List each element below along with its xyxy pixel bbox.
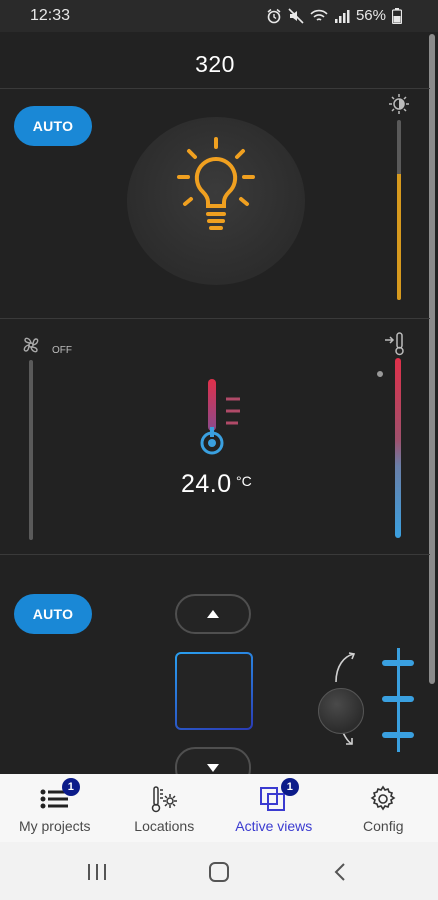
nav-my-projects[interactable]: 1 My projects — [0, 774, 110, 842]
home-icon[interactable] — [208, 862, 230, 882]
brightness-icon — [389, 94, 409, 114]
header: 320 — [0, 32, 430, 88]
signal-icon — [334, 9, 350, 23]
nav-locations[interactable]: Locations — [110, 774, 220, 842]
status-icons: 56% — [266, 7, 402, 24]
notification-badge: 1 — [61, 778, 80, 796]
setpoint-marker — [377, 371, 383, 377]
active-view-panel: 320 AUTO OFF 24.0 °C AUTO — [0, 32, 438, 789]
dimmer-slider[interactable] — [397, 120, 401, 300]
mute-icon — [288, 7, 304, 24]
temperature-unit: °C — [236, 473, 252, 489]
status-time: 12:33 — [30, 7, 71, 24]
page-title: 320 — [195, 51, 235, 77]
nav-label: Active views — [235, 818, 313, 834]
divider — [0, 554, 430, 555]
nav-label: Config — [363, 818, 404, 834]
locations-icon — [152, 786, 178, 813]
arrow-up-icon — [207, 610, 219, 618]
scrollbar[interactable] — [429, 34, 435, 684]
nav-label: Locations — [134, 818, 195, 834]
divider — [0, 318, 430, 319]
nav-active-views[interactable]: 1 Active views — [219, 774, 329, 842]
nav-config[interactable]: Config — [329, 774, 438, 842]
dimmer-slider-fill — [397, 174, 401, 300]
thermometer-icon — [200, 379, 240, 455]
battery-percent: 56% — [355, 7, 386, 24]
setpoint-slider[interactable] — [395, 358, 401, 538]
fan-icon — [23, 337, 39, 353]
light-toggle-button[interactable] — [127, 117, 305, 285]
temperature-value: 24.0 — [181, 470, 232, 498]
wifi-icon — [310, 9, 328, 21]
back-icon[interactable] — [332, 862, 348, 882]
divider — [0, 88, 430, 89]
nav-label: My projects — [18, 818, 91, 834]
slat-angle-knob[interactable] — [318, 688, 364, 734]
bottom-navigation: 1 My projects Locations 1 Active views C… — [0, 774, 438, 842]
system-navigation-bar — [0, 842, 438, 900]
fan-speed-slider[interactable] — [29, 360, 33, 540]
blind-auto-button[interactable]: AUTO — [14, 594, 92, 634]
arrow-down-icon — [207, 764, 219, 772]
blind-up-button[interactable] — [175, 594, 251, 634]
slats-icon[interactable] — [380, 646, 416, 754]
status-bar: 12:33 56% — [0, 0, 438, 32]
gear-icon — [370, 785, 396, 811]
light-bulb-icon — [177, 137, 255, 230]
thermometer-set-icon — [385, 332, 404, 356]
notification-badge: 1 — [280, 778, 299, 796]
recent-apps-icon[interactable] — [86, 862, 108, 882]
alarm-icon — [267, 8, 281, 23]
light-auto-button[interactable]: AUTO — [14, 106, 92, 146]
blind-stop-button[interactable] — [175, 652, 253, 730]
fan-status: OFF — [52, 345, 72, 356]
battery-icon — [392, 7, 402, 24]
